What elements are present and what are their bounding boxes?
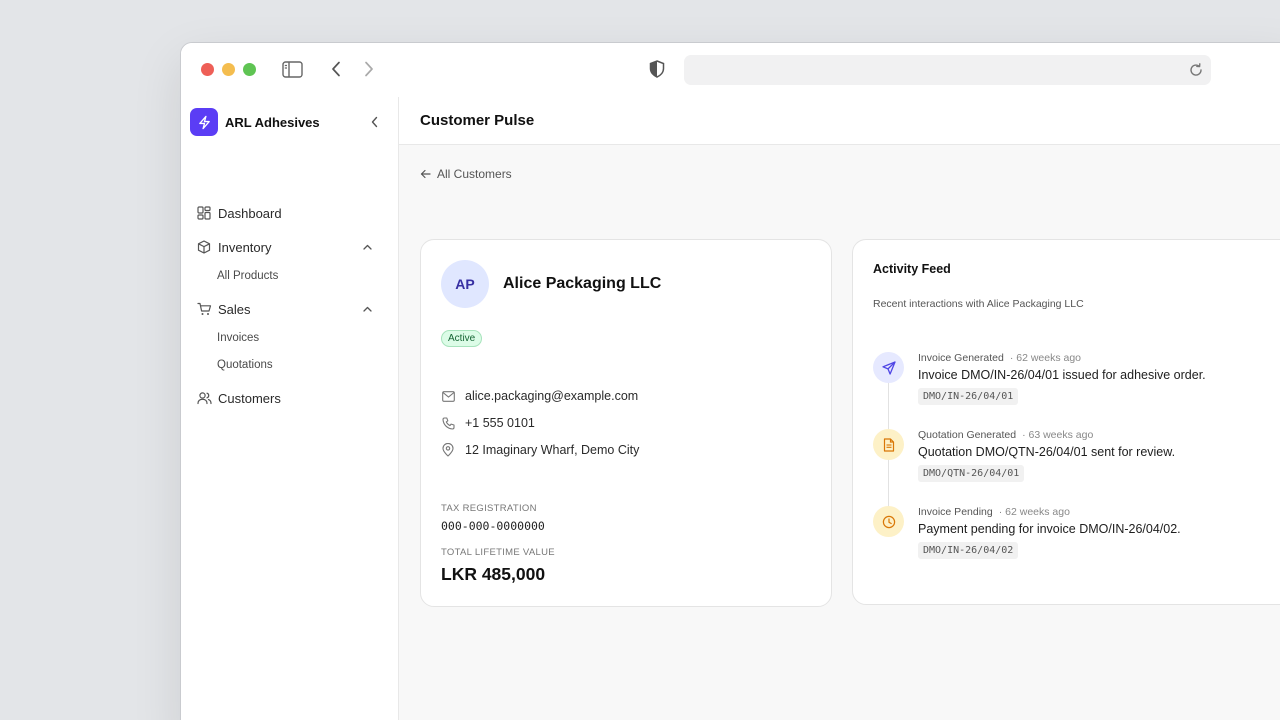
avatar: AP	[441, 260, 489, 308]
shield-icon[interactable]	[647, 59, 667, 79]
activity-event: Invoice Generated	[918, 352, 1004, 364]
lifetime-value-label: TOTAL LIFETIME VALUE	[441, 547, 555, 558]
reload-icon[interactable]	[1187, 61, 1205, 79]
phone-value: +1 555 0101	[465, 416, 535, 430]
collapse-sidebar-icon[interactable]	[367, 114, 381, 130]
address-row: 12 Imaginary Wharf, Demo City	[441, 443, 639, 457]
forward-arrow-icon[interactable]	[360, 59, 378, 79]
sidebar-item-dashboard[interactable]: Dashboard	[196, 203, 386, 223]
email-row[interactable]: alice.packaging@example.com	[441, 389, 638, 403]
phone-row[interactable]: +1 555 0101	[441, 416, 535, 430]
mail-icon	[441, 389, 455, 403]
lifetime-value: LKR 485,000	[441, 564, 546, 584]
customer-name: Alice Packaging LLC	[503, 275, 662, 292]
activity-time: · 63 weeks ago	[1022, 429, 1094, 441]
chevron-up-icon[interactable]	[361, 302, 373, 316]
cart-icon	[196, 301, 212, 317]
activity-reference[interactable]: DMO/IN-26/04/02	[918, 542, 1019, 559]
page-header: Customer Pulse	[399, 97, 1280, 145]
email-value: alice.packaging@example.com	[465, 389, 639, 403]
back-to-customers-link[interactable]: All Customers	[420, 167, 512, 181]
activity-item[interactable]: Invoice Generated · 62 weeks ago Invoice …	[873, 352, 1280, 412]
sidebar-item-inventory[interactable]: Inventory	[196, 237, 386, 257]
sidebar-item-label: Dashboard	[218, 205, 282, 221]
activity-feed-title: Activity Feed	[873, 262, 951, 276]
sidebar-subitem-invoices[interactable]: Invoices	[217, 330, 259, 346]
clock-icon	[873, 506, 904, 537]
sidebar-subitem-all-products[interactable]: All Products	[217, 268, 278, 284]
users-icon	[196, 390, 212, 406]
activity-header: Invoice Pending · 62 weeks ago	[918, 506, 1070, 518]
map-pin-icon	[441, 443, 455, 457]
activity-event: Invoice Pending	[918, 506, 993, 518]
sidebar-item-sales[interactable]: Sales	[196, 299, 386, 319]
tax-registration-value: 000-000-0000000	[441, 519, 545, 533]
activity-reference[interactable]: DMO/QTN-26/04/01	[918, 465, 1025, 482]
activity-time: · 62 weeks ago	[998, 506, 1070, 518]
sidebar-item-label: Inventory	[218, 239, 272, 255]
brand[interactable]: ARL Adhesives	[190, 108, 320, 136]
document-icon	[873, 429, 904, 460]
activity-description: Payment pending for invoice DMO/IN-26/04…	[918, 522, 1181, 536]
back-link-label: All Customers	[437, 167, 512, 181]
activity-header: Quotation Generated · 63 weeks ago	[918, 429, 1093, 441]
minimize-window-button[interactable]	[222, 63, 235, 76]
sidebar-item-customers[interactable]: Customers	[196, 388, 386, 408]
sidebar-item-label: Sales	[218, 301, 251, 317]
sidebar-toggle-icon[interactable]	[281, 59, 303, 79]
status-badge: Active	[441, 330, 483, 347]
lightning-icon	[190, 108, 218, 136]
main-content: Customer Pulse All Customers AP Alice Pa…	[399, 97, 1280, 720]
activity-description: Quotation DMO/QTN-26/04/01 sent for revi…	[918, 445, 1176, 459]
chevron-up-icon[interactable]	[361, 240, 373, 254]
activity-reference[interactable]: DMO/IN-26/04/01	[918, 388, 1019, 405]
box-icon	[196, 239, 212, 255]
activity-item[interactable]: Quotation Generated · 63 weeks ago Quotat…	[873, 429, 1280, 489]
address-bar[interactable]	[684, 55, 1211, 85]
browser-window: ARL Adhesives Dashboard Inventory All Pr…	[180, 42, 1280, 720]
browser-toolbar	[181, 43, 1280, 97]
activity-header: Invoice Generated · 62 weeks ago	[918, 352, 1081, 364]
tax-registration-label: TAX REGISTRATION	[441, 503, 537, 514]
phone-icon	[441, 416, 455, 430]
close-window-button[interactable]	[201, 63, 214, 76]
sidebar-subitem-quotations[interactable]: Quotations	[217, 357, 273, 373]
brand-name: ARL Adhesives	[225, 114, 320, 130]
dashboard-icon	[196, 205, 212, 221]
activity-time: · 62 weeks ago	[1009, 352, 1082, 364]
address-value: 12 Imaginary Wharf, Demo City	[465, 443, 640, 457]
activity-item[interactable]: Invoice Pending · 62 weeks ago Payment pe…	[873, 506, 1280, 566]
sidebar: ARL Adhesives Dashboard Inventory All Pr…	[181, 97, 399, 720]
activity-description: Invoice DMO/IN-26/04/01 issued for adhes…	[918, 368, 1206, 382]
activity-feed-card: Activity Feed Recent interactions with A…	[852, 239, 1280, 605]
customer-card: AP Alice Packaging LLC Active alice.pack…	[420, 239, 832, 607]
activity-feed-subtitle: Recent interactions with Alice Packaging…	[873, 298, 1084, 310]
send-icon	[873, 352, 904, 383]
zoom-window-button[interactable]	[243, 63, 256, 76]
back-arrow-icon[interactable]	[327, 59, 345, 79]
arrow-left-icon	[420, 168, 432, 180]
page-title: Customer Pulse	[420, 112, 535, 129]
sidebar-item-label: Customers	[218, 390, 281, 406]
activity-event: Quotation Generated	[918, 429, 1017, 441]
